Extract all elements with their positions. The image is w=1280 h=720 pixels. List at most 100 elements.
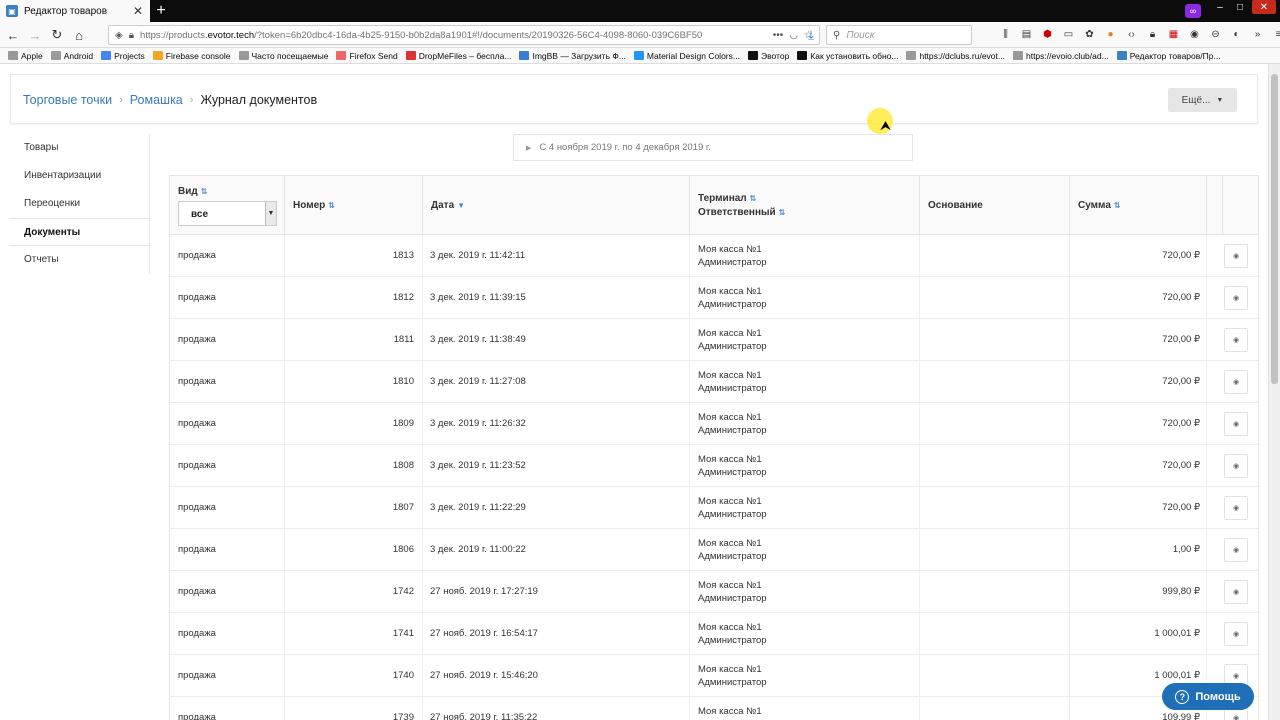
page-title: Журнал документов [200, 93, 318, 107]
bookmark-item[interactable]: Firebase console [152, 51, 231, 61]
cell-sum: 720,00 ₽ [1070, 319, 1207, 361]
cell-kind: продажа [170, 529, 285, 571]
table-row[interactable]: продажа 1807 3 дек. 2019 г. 11:22:29 Моя ка… [170, 487, 1258, 529]
notification-icon[interactable]: ▦ [1166, 27, 1181, 42]
lock-ext-icon[interactable]: 🔒︎ [1145, 27, 1160, 42]
adblock-icon[interactable]: ⬢ [1040, 27, 1055, 42]
new-tab-icon[interactable]: + [152, 0, 170, 22]
url-bar[interactable]: ◈ 🔒︎ https://products.evotor.tech/?token… [108, 25, 820, 45]
table-row[interactable]: продажа 1808 3 дек. 2019 г. 11:23:52 Моя ка… [170, 445, 1258, 487]
table-row[interactable]: продажа 1812 3 дек. 2019 г. 11:39:15 Моя ка… [170, 277, 1258, 319]
reader-icon[interactable]: ▤ [1019, 27, 1034, 42]
terminal-name: Моя касса №1 [698, 496, 762, 507]
view-document-button[interactable]: ◉ [1224, 370, 1248, 394]
table-row[interactable]: продажа 1809 3 дек. 2019 г. 11:26:32 Моя ка… [170, 403, 1258, 445]
page-actions-icon[interactable]: ••• [773, 30, 784, 41]
pocket-icon[interactable]: ◡ [789, 30, 798, 41]
view-document-button[interactable]: ◉ [1224, 622, 1248, 646]
minimize-icon[interactable]: – [1212, 0, 1228, 14]
devtools-icon[interactable]: ‹› [1124, 27, 1139, 42]
bookmark-item[interactable]: DropMeFiles – беспла... [405, 51, 511, 61]
sidebar-item-products[interactable]: Товары [10, 134, 150, 162]
search-input[interactable]: ⚲ Поиск [826, 25, 972, 45]
column-kind-label[interactable]: Вид ⇅ [178, 186, 207, 197]
terminal-name: Моя касса №1 [698, 664, 762, 675]
page-scrollbar[interactable] [1268, 64, 1280, 720]
help-button[interactable]: ? Помощь [1162, 683, 1254, 710]
bookmark-item[interactable]: Apple [8, 51, 43, 61]
menu-icon[interactable]: ≡ [1271, 27, 1280, 42]
view-document-button[interactable]: ◉ [1224, 412, 1248, 436]
table-row[interactable]: продажа 1806 3 дек. 2019 г. 11:00:22 Моя ка… [170, 529, 1258, 571]
sidebar-item-documents[interactable]: Документы [10, 218, 150, 246]
view-document-button[interactable]: ◉ [1224, 538, 1248, 562]
view-document-button[interactable]: ◉ [1224, 328, 1248, 352]
table-header: Вид ⇅ все ▼ Номер ⇅ Дата ▼ Терминал ⇅ Ответс… [170, 176, 1258, 235]
sidebar-item-revaluations[interactable]: Переоценки [10, 190, 150, 218]
maximize-icon[interactable]: □ [1232, 0, 1248, 14]
column-number[interactable]: Номер ⇅ [285, 176, 423, 235]
select-arrow-icon: ▼ [265, 202, 276, 225]
overflow-icon[interactable]: » [1250, 27, 1265, 42]
column-terminal[interactable]: Терминал ⇅ Ответственный ⇅ [690, 176, 920, 235]
table-row[interactable]: продажа 1740 27 нояб. 2019 г. 15:46:20 Моя … [170, 655, 1258, 697]
bookmark-item[interactable]: Material Design Colors... [633, 51, 740, 61]
more-button[interactable]: Ещё... ▼ [1168, 88, 1237, 112]
library-icon[interactable]: ⫼ [998, 27, 1013, 42]
eye-icon: ◉ [1232, 463, 1240, 470]
screenshot-icon[interactable]: ▭ [1061, 27, 1076, 42]
eye-ext-icon[interactable]: ◉ [1187, 27, 1202, 42]
sidebar-item-reports[interactable]: Отчеты [10, 246, 150, 274]
download-icon[interactable]: ⤓ [802, 26, 820, 44]
url-text[interactable]: https://products.evotor.tech/?token=6b20… [140, 30, 767, 41]
bookmark-item[interactable]: Android [50, 51, 93, 61]
bookmark-item[interactable]: Часто посещаемые [238, 51, 328, 61]
tab-close-icon[interactable]: ✕ [132, 4, 144, 18]
sidebar-item-inventories[interactable]: Инвентаризации [10, 162, 150, 190]
forward-icon[interactable]: → [26, 26, 44, 44]
reload-icon[interactable]: ↻ [48, 26, 66, 44]
terminal-name: Моя касса №1 [698, 370, 762, 381]
browser-tab[interactable]: ▣ Редактор товаров ✕ [0, 0, 150, 22]
table-row[interactable]: продажа 1742 27 нояб. 2019 г. 17:27:19 Моя … [170, 571, 1258, 613]
home-icon[interactable]: ⌂ [70, 26, 88, 44]
bookmark-item[interactable]: ImgBB — Загрузить Ф... [519, 51, 626, 61]
addon-icon[interactable]: ● [1103, 27, 1118, 42]
bookmark-item[interactable]: Эвотор [747, 51, 789, 61]
bookmark-item[interactable]: https://dclubs.ru/evot... [906, 51, 1005, 61]
column-responsible-label[interactable]: Ответственный ⇅ [698, 207, 785, 218]
table-row[interactable]: продажа 1811 3 дек. 2019 г. 11:38:49 Моя ка… [170, 319, 1258, 361]
breadcrumb-store-link[interactable]: Ромашка [130, 93, 183, 107]
period-filter[interactable]: ▶ С 4 ноября 2019 г. по 4 декабря 2019 г… [513, 134, 913, 161]
table-row[interactable]: продажа 1741 27 нояб. 2019 г. 16:54:17 Моя … [170, 613, 1258, 655]
bookmark-item[interactable]: Как установить обно... [797, 51, 898, 61]
table-row[interactable]: продажа 1810 3 дек. 2019 г. 11:27:08 Моя ка… [170, 361, 1258, 403]
bookmark-item[interactable]: Firefox Send [336, 51, 398, 61]
scroll-thumb[interactable] [1271, 74, 1278, 384]
view-document-button[interactable]: ◉ [1224, 454, 1248, 478]
close-window-icon[interactable]: ✕ [1252, 0, 1276, 14]
view-document-button[interactable]: ◉ [1224, 580, 1248, 604]
lock-icon[interactable]: 🔒︎ [129, 30, 134, 41]
table-row[interactable]: продажа 1813 3 дек. 2019 г. 11:42:11 Моя ка… [170, 235, 1258, 277]
column-date[interactable]: Дата ▼ [423, 176, 690, 235]
table-row[interactable]: продажа 1739 27 нояб. 2019 г. 11:35:22 Моя … [170, 697, 1258, 720]
firefox-icon[interactable]: ◐ [1229, 27, 1244, 42]
private-mask-icon[interactable]: ∞ [1185, 4, 1201, 18]
extension-icon[interactable]: ✿ [1082, 27, 1097, 42]
bookmark-item[interactable]: https://evoio.club/ad... [1012, 51, 1109, 61]
shield-icon[interactable]: ◈ [115, 30, 123, 41]
bookmark-item[interactable]: Projects [101, 51, 145, 61]
view-document-button[interactable]: ◉ [1224, 496, 1248, 520]
column-sum[interactable]: Сумма ⇅ [1070, 176, 1207, 235]
cell-basis [920, 529, 1070, 571]
breadcrumb-stores-link[interactable]: Торговые точки [23, 93, 112, 107]
kind-filter-select[interactable]: все ▼ [178, 201, 277, 226]
eye-icon: ◉ [1232, 631, 1240, 638]
view-document-button[interactable]: ◉ [1224, 244, 1248, 268]
view-document-button[interactable]: ◉ [1224, 286, 1248, 310]
sync-icon[interactable]: ⊖ [1208, 27, 1223, 42]
bookmark-item[interactable]: Редактор товаров/Пр... [1116, 51, 1221, 61]
eye-icon: ◉ [1232, 421, 1240, 428]
back-icon[interactable]: ← [4, 26, 22, 44]
